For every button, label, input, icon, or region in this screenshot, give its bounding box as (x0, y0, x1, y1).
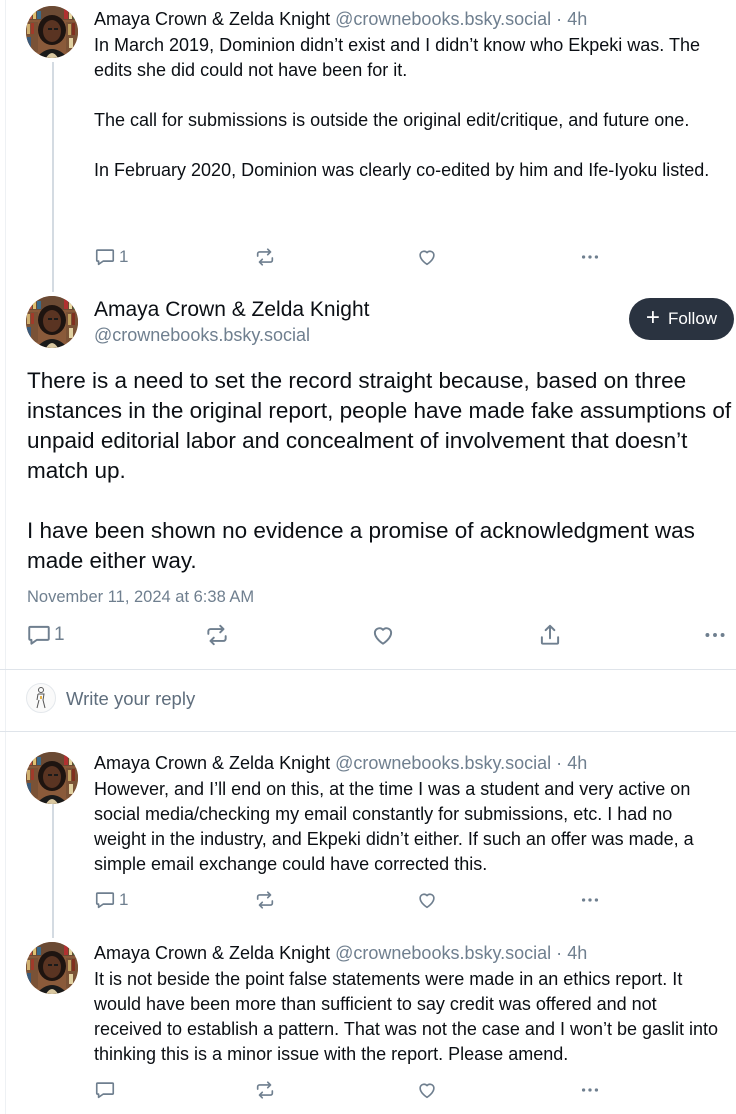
heart-icon (416, 246, 438, 268)
heart-icon (416, 889, 438, 911)
post-text: It is not beside the point false stateme… (94, 969, 724, 1064)
avatar[interactable] (26, 752, 78, 804)
ellipsis-icon (579, 889, 601, 911)
post-time[interactable]: 4h (567, 943, 587, 963)
repost-arrows-icon (254, 1079, 276, 1101)
post-actions: 1 (94, 246, 614, 272)
avatar[interactable] (26, 296, 78, 348)
like-button[interactable] (416, 889, 438, 911)
reply-composer[interactable]: Write your reply (0, 670, 736, 732)
post-text: There is a need to set the record straig… (27, 368, 732, 573)
repost-button[interactable] (254, 246, 276, 268)
ellipsis-icon (579, 1079, 601, 1101)
author-handle[interactable]: @crownebooks.bsky.social (335, 9, 551, 29)
follow-label: Follow (667, 309, 718, 328)
repost-button[interactable] (254, 889, 276, 911)
follow-button[interactable]: + Follow (629, 298, 734, 340)
like-button[interactable] (416, 246, 438, 268)
like-button[interactable] (370, 622, 396, 648)
speech-bubble-icon (94, 246, 116, 268)
author-name[interactable]: Amaya Crown & Zelda Knight (94, 9, 330, 29)
share-button[interactable] (537, 622, 563, 648)
post-time[interactable]: 4h (567, 9, 587, 29)
plus-icon: + (645, 304, 660, 331)
author-name[interactable]: Amaya Crown & Zelda Knight (94, 753, 330, 773)
reply-post[interactable]: Amaya Crown & Zelda Knight @crownebooks.… (0, 748, 736, 928)
speech-bubble-icon (94, 889, 116, 911)
author-name[interactable]: Amaya Crown & Zelda Knight (94, 298, 369, 322)
reply-button[interactable]: 1 (26, 622, 65, 648)
repost-button[interactable] (204, 622, 230, 648)
reply-button[interactable] (94, 1079, 119, 1101)
reply-count: 1 (54, 624, 65, 645)
post-text: In March 2019, Dominion didn’t exist and… (94, 35, 710, 180)
post-date[interactable]: November 11, 2024 at 6:38 AM (27, 588, 254, 607)
post-time[interactable]: 4h (567, 753, 587, 773)
avatar[interactable] (26, 6, 78, 58)
reply-placeholder[interactable]: Write your reply (66, 688, 195, 710)
ellipsis-icon (702, 622, 728, 648)
more-options-button[interactable] (579, 1079, 601, 1101)
heart-icon (370, 622, 396, 648)
share-upload-icon (537, 622, 563, 648)
main-post: Amaya Crown & Zelda Knight @crownebooks.… (0, 290, 736, 670)
post-header: Amaya Crown & Zelda Knight @crownebooks.… (94, 943, 588, 963)
ellipsis-icon (579, 246, 601, 268)
speech-bubble-icon (94, 1079, 116, 1101)
post-actions: 1 (0, 622, 736, 652)
author-handle[interactable]: @crownebooks.bsky.social (94, 325, 310, 346)
post-actions (94, 1079, 614, 1105)
user-avatar (26, 683, 56, 713)
parent-post[interactable]: Amaya Crown & Zelda Knight @crownebooks.… (0, 2, 736, 290)
speech-bubble-icon (26, 622, 52, 648)
more-options-button[interactable] (579, 246, 601, 268)
repost-arrows-icon (254, 889, 276, 911)
author-name[interactable]: Amaya Crown & Zelda Knight (94, 943, 330, 963)
heart-icon (416, 1079, 438, 1101)
repost-arrows-icon (204, 622, 230, 648)
avatar[interactable] (26, 942, 78, 994)
post-header: Amaya Crown & Zelda Knight @crownebooks.… (94, 9, 588, 29)
post-header: Amaya Crown & Zelda Knight @crownebooks.… (94, 753, 588, 773)
reply-count: 1 (119, 890, 129, 909)
reply-post[interactable]: Amaya Crown & Zelda Knight @crownebooks.… (0, 938, 736, 1114)
reply-button[interactable]: 1 (94, 246, 128, 268)
more-options-button[interactable] (702, 622, 728, 648)
repost-button[interactable] (254, 1079, 276, 1101)
author-handle[interactable]: @crownebooks.bsky.social (335, 753, 551, 773)
reply-count: 1 (119, 247, 129, 266)
repost-arrows-icon (254, 246, 276, 268)
post-text: However, and I’ll end on this, at the ti… (94, 779, 699, 874)
user-figure-icon (36, 687, 46, 709)
more-options-button[interactable] (579, 889, 601, 911)
post-actions: 1 (94, 889, 614, 915)
author-handle[interactable]: @crownebooks.bsky.social (335, 943, 551, 963)
like-button[interactable] (416, 1079, 438, 1101)
reply-button[interactable]: 1 (94, 889, 128, 911)
